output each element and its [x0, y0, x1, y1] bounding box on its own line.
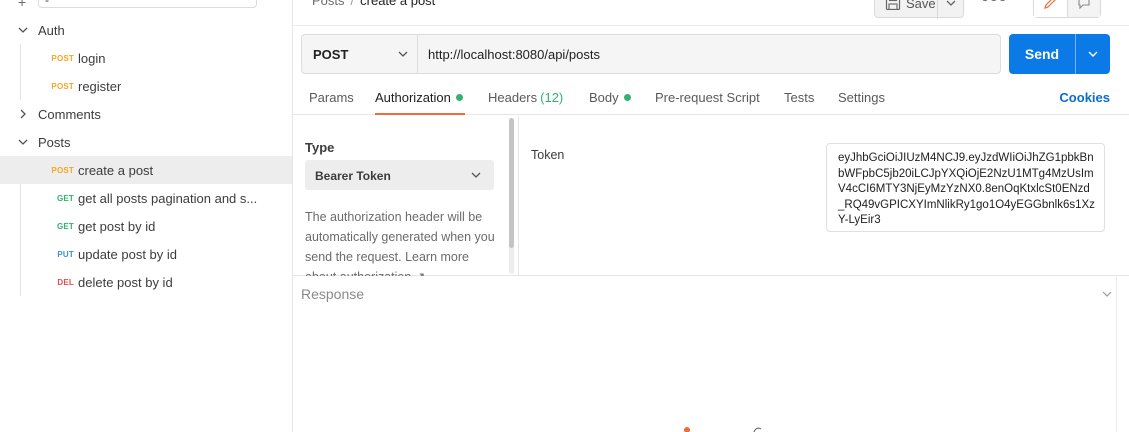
url-bar: POST: [301, 34, 1001, 74]
request-item-create-post[interactable]: POST create a post: [0, 156, 292, 184]
send-button[interactable]: Send: [1009, 34, 1110, 74]
filter-input[interactable]: -: [38, 0, 257, 8]
headers-count: (12): [540, 90, 564, 105]
method-badge: GET: [56, 221, 74, 231]
folder-label: Auth: [38, 22, 65, 38]
status-dot: [455, 94, 463, 101]
response-section[interactable]: Response: [293, 277, 1129, 310]
folder-label: Comments: [38, 106, 101, 122]
request-label: create a post: [78, 162, 154, 178]
tab-authorization[interactable]: Authorization: [375, 90, 463, 105]
auth-type-pane: Type Bearer Token The authorization head…: [293, 116, 519, 276]
token-input[interactable]: eyJhbGciOiJIUzM4NCJ9.eyJzdWIiOiJhZG1pbkB…: [826, 143, 1105, 232]
tab-pre-request-script[interactable]: Pre-request Script: [655, 90, 760, 105]
token-label: Token: [531, 148, 565, 162]
tab-headers[interactable]: Headers (12): [488, 90, 563, 105]
sidebar-toolbar: + -: [0, 0, 292, 12]
authorization-panel: Type Bearer Token The authorization head…: [293, 116, 1129, 276]
active-tab-indicator: [375, 113, 465, 115]
breadcrumb-parent[interactable]: Posts: [312, 0, 345, 8]
save-label: Save: [906, 0, 936, 11]
sidebar: + - Auth POST login POST register Commen…: [0, 0, 293, 432]
save-button[interactable]: Save: [874, 0, 964, 19]
auth-description: The authorization header will be automat…: [305, 210, 495, 276]
request-tabs: Params Authorization Headers (12) Body Pr…: [293, 82, 1129, 115]
request-label: get all posts pagination and s...: [78, 190, 258, 206]
auth-type-select[interactable]: Bearer Token: [305, 160, 494, 190]
request-label: delete post by id: [78, 274, 173, 290]
request-item-update-post[interactable]: PUT update post by id: [0, 240, 292, 268]
tab-label: Body: [589, 90, 619, 105]
request-label: login: [78, 50, 106, 66]
auth-type-value: Bearer Token: [315, 169, 391, 183]
breadcrumb: Posts / create a post: [312, 0, 435, 8]
request-item-get-post-by-id[interactable]: GET get post by id: [0, 212, 292, 240]
scrollbar[interactable]: [509, 118, 514, 274]
request-item-delete-post[interactable]: DEL delete post by id: [0, 268, 292, 296]
status-dot: [623, 94, 631, 101]
add-icon[interactable]: +: [18, 0, 26, 10]
filter-text: -: [45, 0, 49, 7]
url-input[interactable]: [418, 35, 1000, 73]
tab-body[interactable]: Body: [589, 90, 631, 105]
scrollbar-thumb[interactable]: [509, 118, 514, 248]
breadcrumb-separator: /: [350, 0, 355, 8]
breadcrumb-current[interactable]: create a post: [360, 0, 435, 8]
request-item-login[interactable]: POST login: [0, 44, 292, 72]
chevron-right-icon[interactable]: [16, 107, 30, 121]
save-icon: [885, 0, 901, 10]
method-badge: PUT: [57, 249, 74, 259]
method-badge: POST: [51, 53, 74, 63]
method-badge: GET: [56, 193, 74, 203]
request-label: register: [78, 78, 122, 94]
chevron-down-icon: [471, 172, 481, 178]
request-header: Posts / create a post Save ooo: [293, 0, 1129, 26]
sidebar-mode-toggle: [1033, 0, 1101, 18]
collection-tree: Auth POST login POST register Comments P…: [0, 16, 292, 296]
method-select[interactable]: POST: [302, 35, 418, 73]
tab-settings[interactable]: Settings: [838, 90, 885, 105]
tab-label: Authorization: [375, 90, 451, 105]
empty-response-illustration: [684, 427, 762, 432]
chevron-down-icon[interactable]: [1101, 288, 1113, 300]
folder-posts[interactable]: Posts: [0, 128, 292, 156]
chevron-down-icon[interactable]: [945, 0, 957, 9]
tab-label: Headers: [488, 90, 538, 105]
request-item-register[interactable]: POST register: [0, 72, 292, 100]
tab-params[interactable]: Params: [309, 90, 354, 105]
cookies-link[interactable]: Cookies: [1059, 90, 1110, 105]
method-value: POST: [313, 46, 349, 62]
folder-label: Posts: [38, 134, 71, 150]
chevron-down-icon[interactable]: [1076, 34, 1110, 74]
folder-auth[interactable]: Auth: [0, 16, 292, 44]
pane-divider: [1116, 277, 1117, 432]
request-item-get-all-posts[interactable]: GET get all posts pagination and s...: [0, 184, 292, 212]
comment-icon[interactable]: [1067, 0, 1100, 17]
chevron-down-icon: [398, 51, 408, 57]
method-badge: POST: [51, 81, 74, 91]
tab-tests[interactable]: Tests: [784, 90, 814, 105]
request-editor: Posts / create a post Save ooo POST Send: [293, 0, 1129, 432]
chevron-down-icon[interactable]: [16, 23, 30, 37]
edit-icon[interactable]: [1034, 0, 1068, 17]
save-split-divider: [937, 0, 938, 19]
request-label: get post by id: [78, 218, 156, 234]
chevron-down-icon[interactable]: [16, 135, 30, 149]
request-label: update post by id: [78, 246, 178, 262]
folder-comments[interactable]: Comments: [0, 100, 292, 128]
method-badge: POST: [51, 165, 74, 175]
response-label: Response: [301, 286, 365, 302]
method-badge: DEL: [57, 277, 74, 287]
type-title: Type: [305, 140, 335, 155]
more-options-icon[interactable]: ooo: [981, 0, 1007, 4]
send-label: Send: [1024, 46, 1060, 62]
